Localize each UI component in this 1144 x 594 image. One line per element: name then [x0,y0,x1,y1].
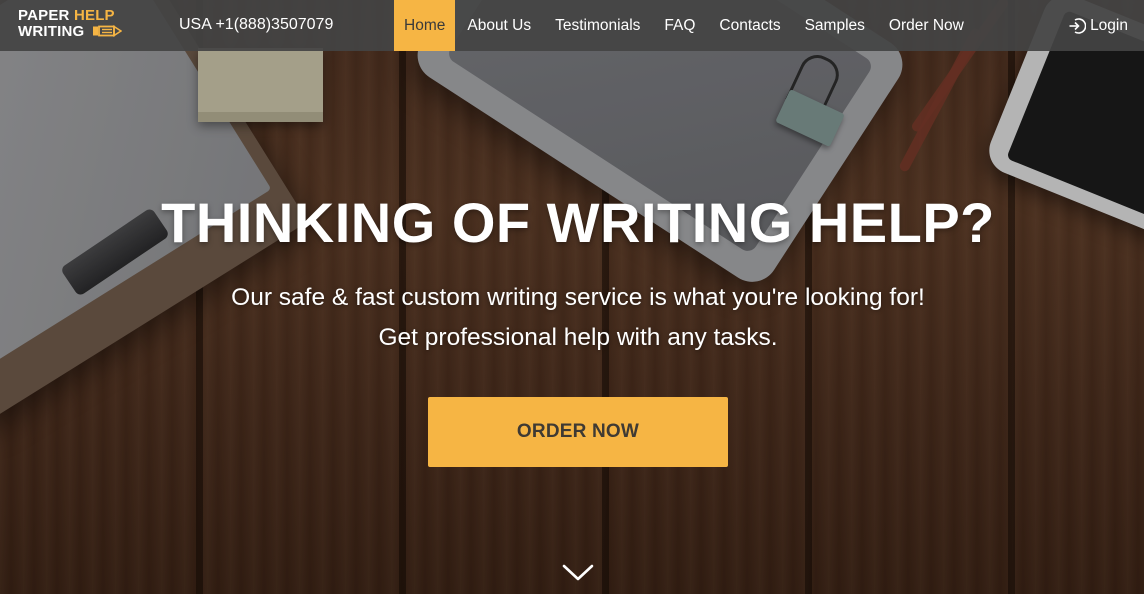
hero-headline: THINKING OF WRITING HELP? [161,191,995,254]
login-icon [1069,17,1087,34]
nav-about-us[interactable]: About Us [455,0,543,51]
order-now-button[interactable]: ORDER NOW [428,397,728,467]
nav-faq[interactable]: FAQ [652,0,707,51]
logo-word-help: HELP [73,7,115,24]
hero-subline-2: Get professional help with any tasks. [378,324,778,351]
hero-subline-1: Our safe & fast custom writing service i… [231,284,925,311]
phone-number[interactable]: USA +1(888)3507079 [179,16,333,34]
nav-home[interactable]: Home [394,0,456,51]
pencil-icon [92,24,122,37]
login-label: Login [1090,16,1128,34]
logo-line-2: WRITING [18,24,128,40]
nav-order-now[interactable]: Order Now [877,0,976,51]
main-nav: Home About Us Testimonials FAQ Contacts … [394,0,976,51]
top-navigation-bar: PAPER HELP WRITING USA +1(888)3507079 Ho… [0,0,1144,51]
site-logo[interactable]: PAPER HELP WRITING [18,8,128,42]
login-link[interactable]: Login [1068,0,1128,51]
chevron-down-icon[interactable] [561,562,595,584]
logo-word-writing: WRITING [18,23,85,40]
nav-testimonials[interactable]: Testimonials [543,0,652,51]
nav-contacts[interactable]: Contacts [707,0,792,51]
logo-word-paper: PAPER [18,7,70,24]
nav-samples[interactable]: Samples [793,0,877,51]
logo-line-1: PAPER HELP [18,8,128,24]
